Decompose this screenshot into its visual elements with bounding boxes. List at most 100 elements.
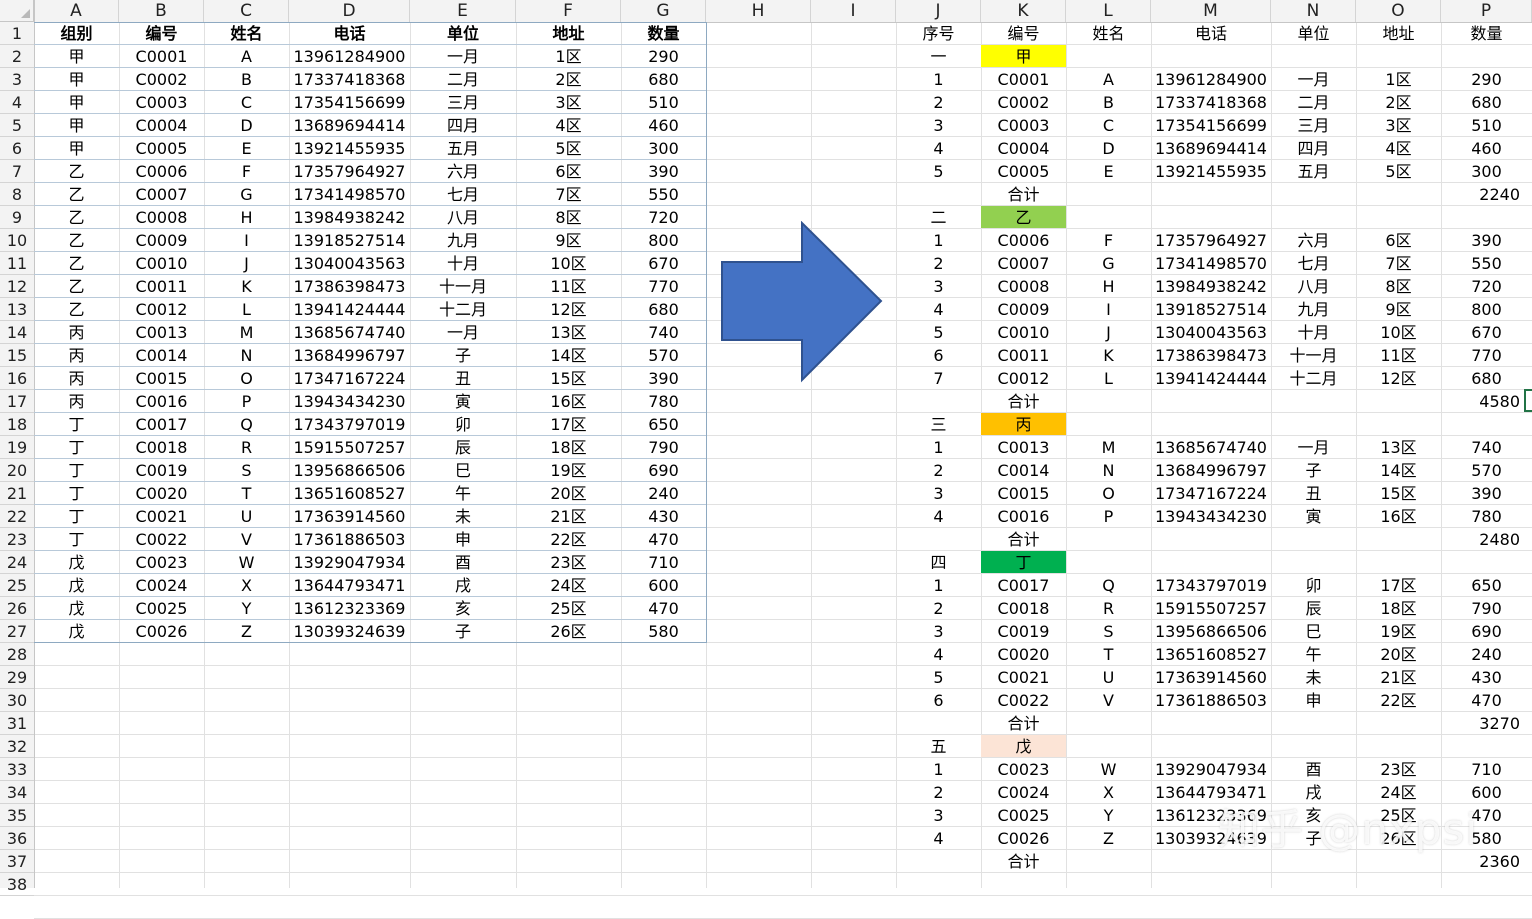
source-table-cell[interactable]: 乙 [34,275,119,298]
result-table-cell[interactable]: 10区 [1356,321,1441,344]
subtotal-label-cell[interactable]: 合计 [981,390,1066,413]
result-table-cell[interactable]: W [1066,758,1151,781]
row-header-27[interactable]: 27 [0,620,34,643]
column-header-h[interactable]: H [706,0,811,22]
row-header-19[interactable]: 19 [0,436,34,459]
source-table-cell[interactable]: 17343797019 [289,413,410,436]
source-table-cell[interactable]: 5区 [516,137,621,160]
result-table-cell[interactable]: 申 [1271,689,1356,712]
group-name-cell[interactable]: 乙 [981,206,1066,228]
result-table-cell[interactable]: C0023 [981,758,1066,781]
result-table-cell[interactable]: 3 [896,482,981,505]
source-table-cell[interactable]: 13684996797 [289,344,410,367]
source-table-cell[interactable]: 290 [621,45,706,68]
result-table-cell[interactable]: C0012 [981,367,1066,390]
source-table-cell[interactable]: 戊 [34,620,119,643]
source-table-cell[interactable]: 17363914560 [289,505,410,528]
result-table-cell[interactable]: X [1066,781,1151,804]
source-table-cell[interactable]: 7区 [516,183,621,206]
result-header-cell[interactable]: 单位 [1271,22,1356,45]
source-table-cell[interactable]: 丁 [34,436,119,459]
source-table-cell[interactable]: I [204,229,289,252]
column-header-o[interactable]: O [1356,0,1441,22]
result-table-cell[interactable]: C0018 [981,597,1066,620]
row-header-13[interactable]: 13 [0,298,34,321]
row-header-2[interactable]: 2 [0,45,34,68]
group-index-cell[interactable]: 五 [896,735,981,758]
result-table-cell[interactable]: 240 [1441,643,1532,666]
source-table-cell[interactable]: 240 [621,482,706,505]
source-table-cell[interactable]: 七月 [410,183,516,206]
row-header-5[interactable]: 5 [0,114,34,137]
row-header-29[interactable]: 29 [0,666,34,689]
source-table-cell[interactable]: 570 [621,344,706,367]
source-table-cell[interactable]: 460 [621,114,706,137]
result-table-cell[interactable]: 九月 [1271,298,1356,321]
spreadsheet[interactable]: ABCDEFGHIJKLMNOP 1 2 3 4 5 6 7 8 9 10 11 12 13 14 15 16… [0,0,1532,919]
result-table-cell[interactable]: 6 [896,344,981,367]
result-table-cell[interactable]: 680 [1441,91,1532,114]
source-table-cell[interactable]: 十月 [410,252,516,275]
result-table-cell[interactable]: C0020 [981,643,1066,666]
result-table-cell[interactable]: 13040043563 [1151,321,1271,344]
source-table-cell[interactable]: 24区 [516,574,621,597]
result-table-cell[interactable]: 寅 [1271,505,1356,528]
result-table-cell[interactable]: 6 [896,689,981,712]
source-table-cell[interactable]: C0012 [119,298,204,321]
source-table-cell[interactable]: B [204,68,289,91]
source-table-cell[interactable]: 子 [410,344,516,367]
row-header-1[interactable]: 1 [0,22,34,45]
source-table-cell[interactable]: 17354156699 [289,91,410,114]
source-table-cell[interactable]: 13689694414 [289,114,410,137]
result-table-cell[interactable]: 690 [1441,620,1532,643]
group-name-cell[interactable]: 丁 [981,551,1066,573]
source-table-cell[interactable]: 一月 [410,45,516,68]
source-table-cell[interactable]: G [204,183,289,206]
result-table-cell[interactable]: 390 [1441,482,1532,505]
result-header-cell[interactable]: 序号 [896,22,981,45]
row-header-20[interactable]: 20 [0,459,34,482]
result-table-cell[interactable]: 6区 [1356,229,1441,252]
source-table-cell[interactable]: 乙 [34,252,119,275]
source-header-cell[interactable]: 电话 [289,22,410,45]
result-table-cell[interactable]: C0010 [981,321,1066,344]
row-header-7[interactable]: 7 [0,160,34,183]
source-table-cell[interactable]: 丙 [34,367,119,390]
column-header-d[interactable]: D [289,0,410,22]
source-table-cell[interactable]: 申 [410,528,516,551]
source-header-cell[interactable]: 地址 [516,22,621,45]
result-table-cell[interactable]: U [1066,666,1151,689]
source-table-cell[interactable]: 13956866506 [289,459,410,482]
source-table-cell[interactable]: 戊 [34,597,119,620]
source-table-cell[interactable]: 乙 [34,229,119,252]
column-header-b[interactable]: B [119,0,204,22]
source-table-cell[interactable]: 390 [621,367,706,390]
result-header-cell[interactable]: 数量 [1441,22,1532,45]
result-table-cell[interactable]: 13921455935 [1151,160,1271,183]
source-table-cell[interactable]: C0015 [119,367,204,390]
column-header-i[interactable]: I [811,0,896,22]
group-index-cell[interactable]: 一 [896,45,981,68]
result-table-cell[interactable]: 1 [896,68,981,91]
row-header-32[interactable]: 32 [0,735,34,758]
result-table-cell[interactable]: 5 [896,160,981,183]
result-table-cell[interactable]: E [1066,160,1151,183]
source-table-cell[interactable]: C0008 [119,206,204,229]
result-table-cell[interactable]: C0009 [981,298,1066,321]
source-table-cell[interactable]: 九月 [410,229,516,252]
source-table-cell[interactable]: Y [204,597,289,620]
row-header-33[interactable]: 33 [0,758,34,781]
source-table-cell[interactable]: 3区 [516,91,621,114]
result-table-cell[interactable]: M [1066,436,1151,459]
select-all-corner[interactable] [0,0,34,22]
result-table-cell[interactable]: 13984938242 [1151,275,1271,298]
result-table-cell[interactable]: 子 [1271,459,1356,482]
result-table-cell[interactable]: 17区 [1356,574,1441,597]
result-table-cell[interactable]: 800 [1441,298,1532,321]
source-table-cell[interactable]: 17357964927 [289,160,410,183]
result-table-cell[interactable]: 十一月 [1271,344,1356,367]
result-table-cell[interactable]: 3 [896,804,981,827]
source-table-cell[interactable]: L [204,298,289,321]
row-header-34[interactable]: 34 [0,781,34,804]
source-table-cell[interactable]: W [204,551,289,574]
